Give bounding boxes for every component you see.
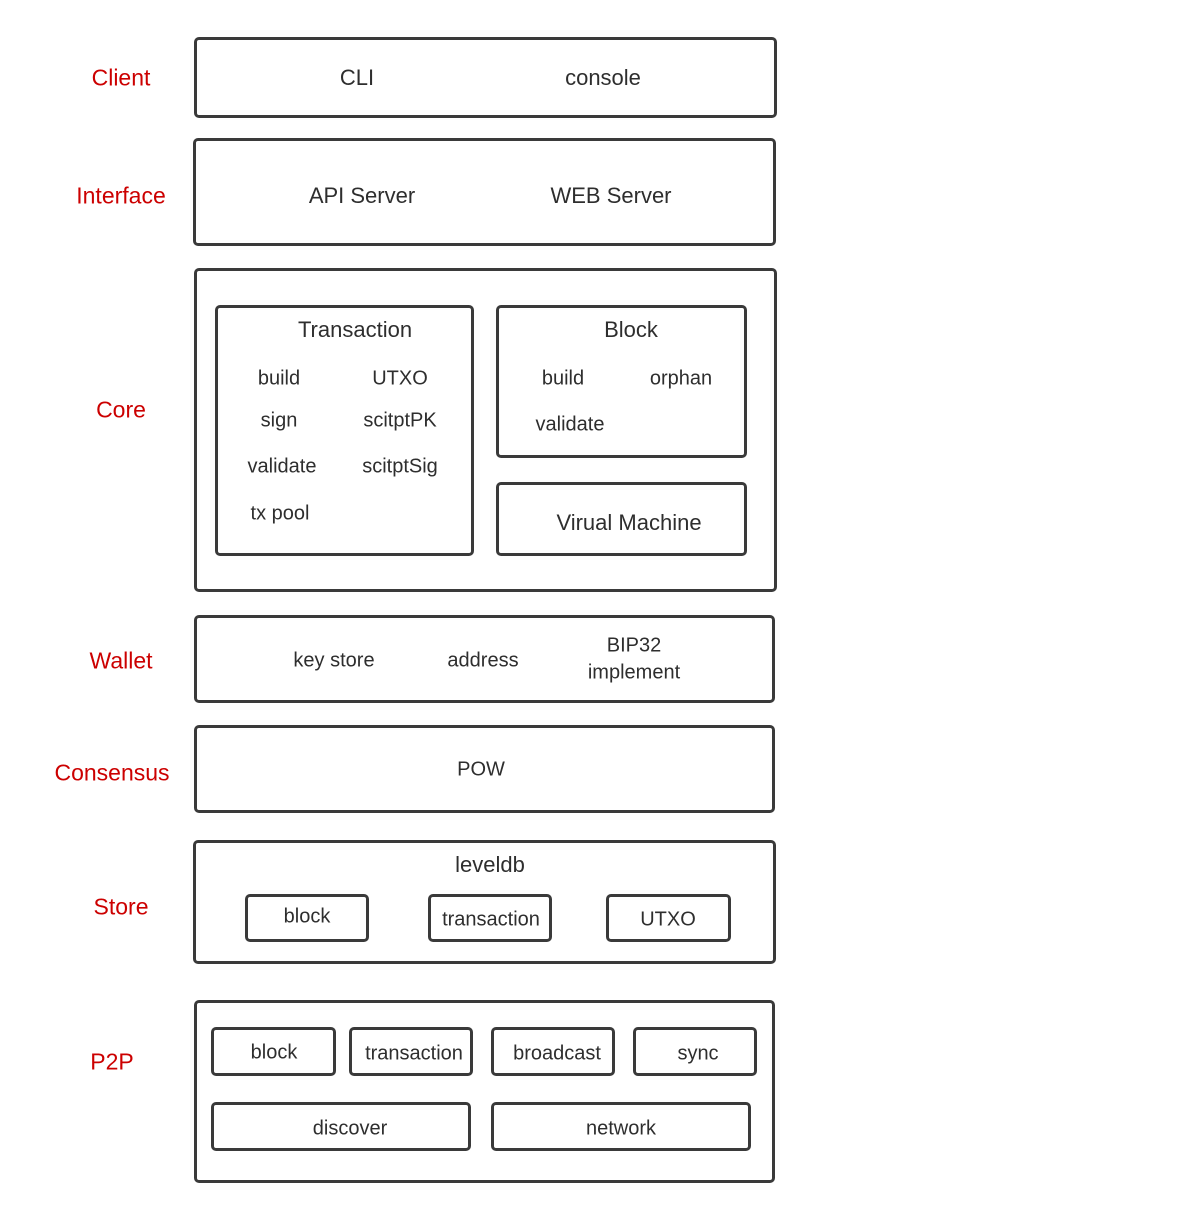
wallet-address: address [447, 649, 519, 672]
store-item: block [283, 905, 331, 928]
block-item: build [541, 367, 585, 390]
store-title: leveldb [455, 852, 525, 877]
wallet-key-store: key store [293, 649, 375, 672]
layer-label-consensus: Consensus [54, 759, 170, 786]
layer-label-store: Store [93, 893, 149, 920]
transaction-item: validate [247, 455, 317, 478]
wallet-bip32: BIP32 [606, 634, 662, 657]
store-item: UTXO [640, 908, 696, 931]
consensus-pow: POW [457, 758, 505, 781]
block-title: Block [604, 317, 658, 342]
p2p-item: discover [312, 1117, 388, 1140]
transaction-item: scitptPK [363, 409, 437, 432]
layer-label-wallet: Wallet [89, 647, 153, 674]
layer-label-core: Core [96, 396, 146, 423]
vm-title: Virual Machine [556, 510, 702, 535]
store-item: transaction [442, 908, 540, 931]
block-item: validate [535, 413, 605, 436]
p2p-item: network [585, 1117, 657, 1140]
transaction-item: sign [260, 409, 298, 432]
p2p-item: transaction [365, 1042, 463, 1065]
transaction-item: build [257, 367, 301, 390]
transaction-item: UTXO [372, 367, 428, 390]
client-console: console [565, 65, 641, 90]
p2p-item: block [250, 1041, 298, 1064]
p2p-item: sync [677, 1042, 719, 1065]
transaction-item: tx pool [250, 502, 310, 525]
transaction-item: scitptSig [362, 455, 438, 478]
layer-label-p2p: P2P [90, 1048, 134, 1075]
wallet-bip32-implement: implement [587, 661, 681, 684]
transaction-title: Transaction [297, 317, 413, 342]
interface-api-server: API Server [308, 183, 416, 208]
interface-layer [193, 138, 776, 246]
interface-web-server: WEB Server [550, 183, 672, 208]
block-item: orphan [649, 367, 713, 390]
p2p-item: broadcast [513, 1042, 601, 1065]
client-layer [194, 37, 777, 118]
client-cli: CLI [339, 65, 375, 90]
layer-label-interface: Interface [76, 182, 166, 209]
layer-label-client: Client [91, 64, 151, 91]
